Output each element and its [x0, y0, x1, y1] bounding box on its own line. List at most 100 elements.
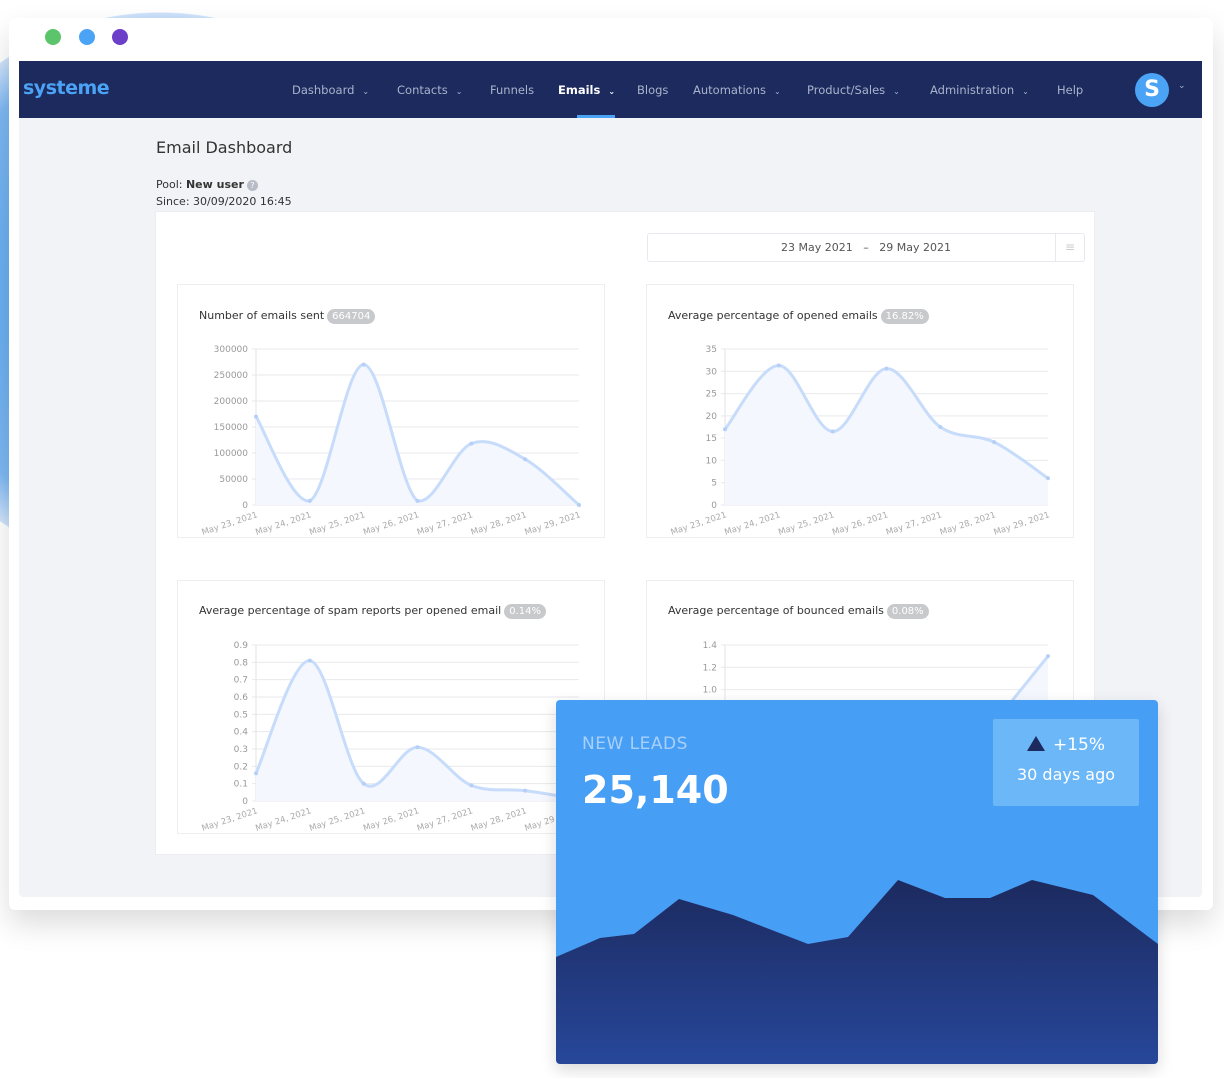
chart-card-emails-sent: Number of emails sent 664704 0 50000 100000…: [177, 284, 605, 538]
pool-value: New user: [185, 178, 244, 191]
chevron-down-icon: ⌄: [893, 87, 900, 96]
x-tick-label: May 24, 2021: [254, 510, 312, 537]
x-tick-label: May 25, 2021: [308, 510, 366, 537]
window-dot-purple: [112, 29, 128, 45]
data-point[interactable]: [723, 427, 727, 432]
date-to: 29 May 2021: [879, 241, 951, 254]
y-tick-label: 10: [706, 456, 718, 466]
chevron-down-icon: ⌄: [773, 87, 781, 96]
leads-period: 30 days ago: [1016, 765, 1116, 784]
x-tick-label: May 29, 2021: [524, 510, 582, 537]
data-point[interactable]: [884, 366, 889, 371]
leads-value: 25,140: [582, 768, 729, 812]
user-avatar[interactable]: S: [1135, 73, 1169, 107]
data-point[interactable]: [307, 498, 312, 503]
date-range-picker[interactable]: 23 May 2021 – 29 May 2021 ≡: [647, 233, 1085, 262]
y-tick-label: 200000: [214, 397, 249, 407]
window-dot-blue: [79, 29, 95, 45]
chevron-down-icon: ⌄: [1022, 87, 1029, 96]
x-tick-label: May 24, 2021: [254, 806, 312, 833]
data-point[interactable]: [469, 783, 474, 788]
data-point[interactable]: [361, 781, 366, 786]
logo[interactable]: systeme: [23, 77, 110, 99]
x-tick-label: May 26, 2021: [362, 806, 420, 833]
nav-item-label: Product/Sales: [807, 83, 886, 97]
y-tick-label: 100000: [214, 449, 249, 459]
triangle-up-icon: [1026, 736, 1045, 751]
nav-item-blogs[interactable]: Blogs: [637, 83, 668, 97]
nav-item-administration[interactable]: Administration ⌄: [930, 83, 1029, 97]
data-point[interactable]: [361, 362, 366, 367]
x-tick-label: May 23, 2021: [670, 510, 728, 537]
chevron-down-icon: ⌄: [455, 87, 463, 96]
series-area: [256, 660, 579, 801]
nav-item-help[interactable]: Help: [1057, 83, 1083, 97]
y-tick-label: 30: [706, 367, 718, 377]
y-tick-label: 1.2: [703, 663, 717, 673]
data-point[interactable]: [1046, 476, 1050, 481]
series-area: [256, 364, 579, 505]
y-tick-label: 5: [711, 479, 717, 489]
nav-item-label: Blogs: [637, 83, 669, 97]
window-dot-green: [45, 29, 61, 45]
y-tick-label: 0.2: [234, 762, 248, 772]
chart-opened: 05101520253035May 23, 2021May 24, 2021Ma…: [670, 345, 1051, 538]
filter-icon[interactable]: ≡: [1055, 234, 1084, 261]
x-tick-label: May 26, 2021: [831, 510, 889, 537]
y-tick-label: 25: [706, 390, 717, 400]
data-point[interactable]: [469, 441, 474, 446]
x-tick-label: May 28, 2021: [939, 510, 997, 537]
chart-card-opened: Average percentage of opened emails 16.82…: [646, 284, 1074, 538]
page-title: Email Dashboard: [156, 138, 293, 157]
leads-label: NEW LEADS: [582, 734, 688, 754]
y-tick-label: 150000: [214, 423, 249, 433]
x-tick-label: May 27, 2021: [416, 806, 474, 833]
data-point[interactable]: [523, 457, 528, 462]
help-icon[interactable]: ?: [246, 180, 258, 191]
data-point[interactable]: [254, 414, 258, 419]
nav-item-product-sales[interactable]: Product/Sales ⌄: [807, 83, 900, 97]
chevron-down-icon: ⌄: [608, 87, 616, 96]
y-tick-label: 50000: [219, 475, 248, 485]
data-point[interactable]: [992, 440, 997, 445]
y-tick-label: 0: [711, 501, 717, 511]
x-tick-label: May 25, 2021: [777, 510, 835, 537]
nav-item-label: Automations: [693, 83, 766, 97]
nav-item-label: Administration: [930, 83, 1015, 97]
series-area: [725, 365, 1048, 505]
date-from: 23 May 2021: [781, 241, 853, 254]
data-point[interactable]: [415, 745, 420, 750]
x-tick-label: May 23, 2021: [201, 806, 259, 833]
data-point[interactable]: [415, 498, 420, 503]
chart-card-spam: Average percentage of spam reports per o…: [177, 580, 605, 834]
data-point[interactable]: [523, 788, 528, 793]
y-tick-label: 0.9: [234, 641, 249, 651]
data-point[interactable]: [830, 429, 835, 434]
pool-info: Pool: New user?: [156, 178, 258, 191]
data-point[interactable]: [577, 503, 581, 507]
chevron-down-icon[interactable]: ⌄: [1178, 81, 1186, 91]
y-tick-label: 0.1: [234, 780, 248, 790]
data-point[interactable]: [776, 363, 781, 368]
data-point[interactable]: [938, 425, 943, 429]
x-tick-label: May 25, 2021: [308, 806, 366, 833]
nav-item-label: Dashboard: [292, 83, 355, 97]
data-point[interactable]: [254, 771, 258, 776]
nav-item-dashboard[interactable]: Dashboard ⌄: [292, 83, 369, 97]
nav-item-automations[interactable]: Automations ⌄: [693, 83, 781, 97]
y-tick-label: 0.8: [234, 658, 249, 668]
nav-item-label: Help: [1057, 83, 1084, 97]
y-tick-label: 1.0: [703, 686, 718, 696]
data-point[interactable]: [307, 658, 312, 663]
nav-item-funnels[interactable]: Funnels: [490, 83, 534, 97]
nav-item-label: Funnels: [490, 83, 535, 97]
data-point[interactable]: [1046, 654, 1050, 659]
x-tick-label: May 27, 2021: [885, 510, 943, 537]
y-tick-label: 0: [242, 501, 248, 511]
y-tick-label: 0.7: [234, 676, 248, 686]
nav-item-contacts[interactable]: Contacts ⌄: [397, 83, 462, 97]
y-tick-label: 20: [706, 412, 718, 422]
pool-label: Pool:: [156, 178, 183, 191]
x-tick-label: May 28, 2021: [470, 510, 528, 537]
nav-item-emails[interactable]: Emails ⌄: [558, 83, 615, 97]
